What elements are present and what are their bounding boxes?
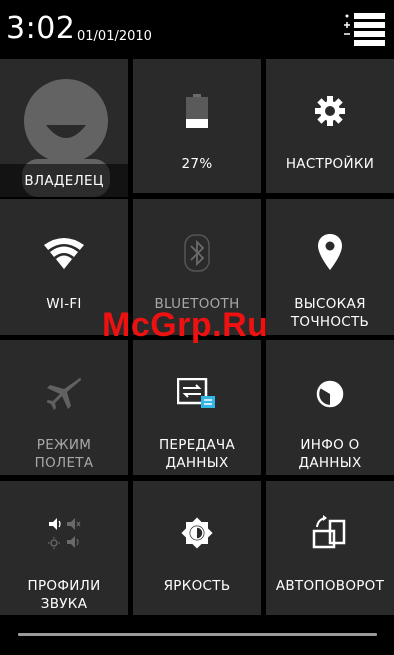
tile-label-line1: РЕЖИМ (36, 437, 92, 453)
drag-handle[interactable] (18, 633, 377, 636)
tile-location[interactable]: ВЫСОКАЯ ТОЧНОСТЬ (266, 199, 394, 335)
tile-label-line2: ДАННЫХ (165, 455, 229, 471)
status-bar: 3:02 01/01/2010 (0, 0, 394, 58)
tile-brightness[interactable]: ЯРКОСТЬ (133, 481, 261, 615)
battery-icon (186, 94, 208, 128)
brightness-icon (181, 517, 213, 549)
clock-date: 01/01/2010 (77, 29, 152, 44)
tile-data-transfer[interactable]: ПЕРЕДАЧА ДАННЫХ (133, 340, 261, 475)
tile-label-line1: ПРОФИЛИ (27, 578, 101, 594)
tile-settings[interactable]: НАСТРОЙКИ (266, 59, 394, 193)
auto-rotate-icon (312, 515, 346, 549)
tile-label-line2: ДАННЫХ (298, 455, 362, 471)
tile-label-line1: ИНФО О (300, 437, 360, 453)
data-transfer-icon (177, 378, 215, 408)
bluetooth-icon (184, 234, 210, 272)
sound-profiles-icon (48, 518, 81, 549)
tile-label: НАСТРОЙКИ (285, 156, 375, 172)
location-icon (318, 234, 342, 270)
airplane-icon (47, 378, 81, 410)
panel-handle-area[interactable] (0, 615, 394, 655)
tile-label: 27% (181, 156, 213, 172)
tile-label-line2: ЗВУКА (40, 596, 88, 612)
wifi-icon (44, 238, 84, 269)
tile-label-line1: ПЕРЕДАЧА (158, 437, 236, 453)
tile-owner[interactable]: ВЛАДЕЛЕЦ (0, 59, 128, 197)
tile-data-usage[interactable]: ИНФО О ДАННЫХ (266, 340, 394, 475)
tile-label: ЯРКОСТЬ (163, 578, 231, 594)
tile-battery[interactable]: 27% (133, 59, 261, 193)
tile-label-line2: ПОЛЕТА (34, 455, 94, 471)
data-usage-icon (316, 380, 344, 408)
tile-label: АВТОПОВОРОТ (275, 578, 385, 594)
gear-icon (315, 96, 345, 126)
clock-time: 3:02 (6, 11, 76, 46)
settings-list-icon[interactable] (344, 12, 386, 46)
tile-sound-profiles[interactable]: ПРОФИЛИ ЗВУКА (0, 481, 128, 615)
tile-label-line1: ВЫСОКАЯ (294, 296, 366, 312)
watermark: McGrp.Ru (102, 306, 269, 344)
tile-label: ВЛАДЕЛЕЦ (24, 173, 104, 189)
tile-auto-rotate[interactable]: АВТОПОВОРОТ (266, 481, 394, 615)
tile-label-line2: ТОЧНОСТЬ (290, 314, 370, 330)
tile-airplane-mode[interactable]: РЕЖИМ ПОЛЕТА (0, 340, 128, 475)
